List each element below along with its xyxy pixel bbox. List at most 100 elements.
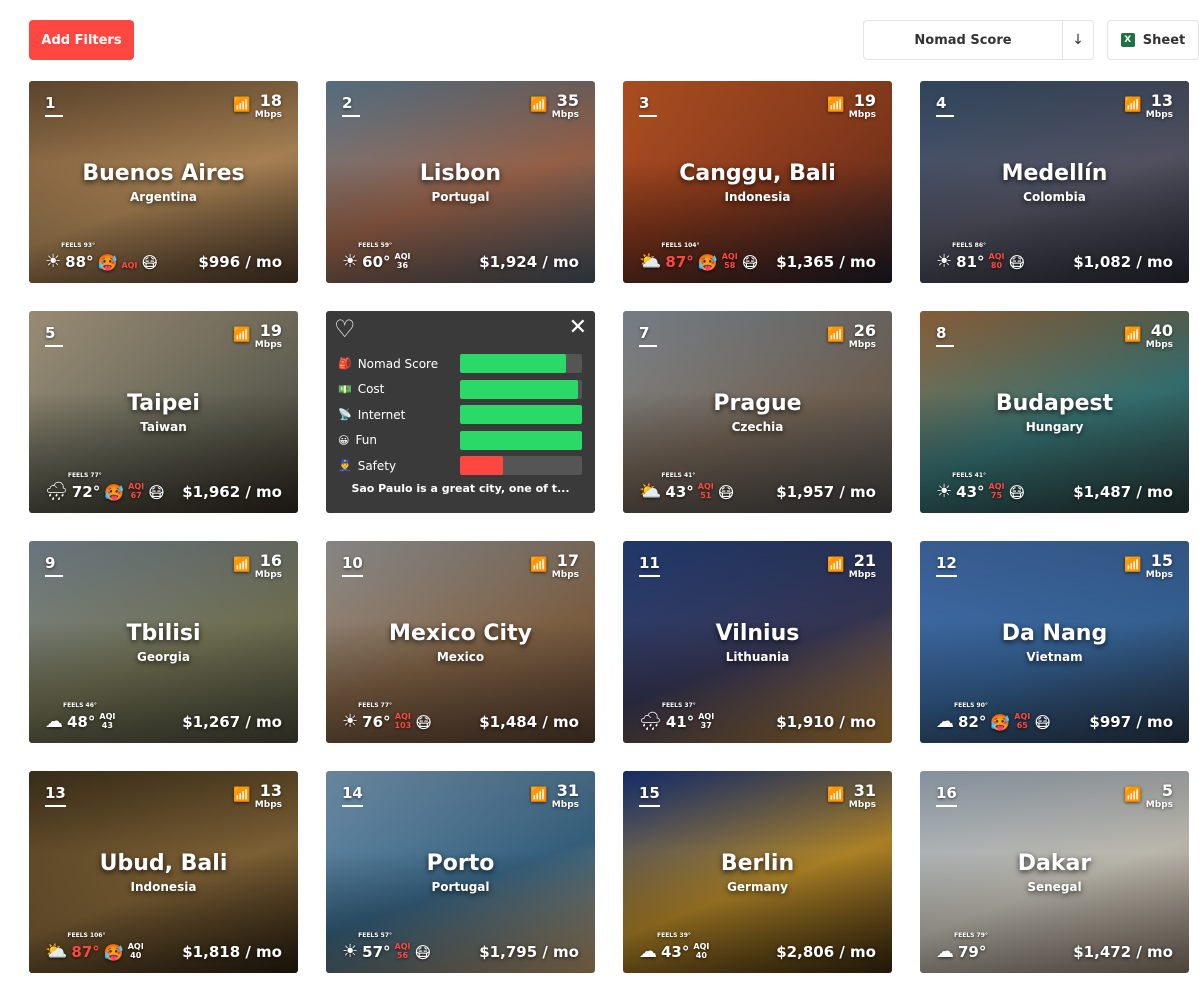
- card-footer: ☀ FEELS 41° 43° AQI 75 😷 $1,487 / mo: [936, 472, 1173, 501]
- score-row: 👮 Safety: [338, 453, 582, 479]
- temperature-group: FEELS 77° 72°: [68, 472, 102, 501]
- city-card[interactable]: 16 📶 5 Mbps Dakar Senegal ☁ FEELS 79° 79° $1,472 …: [920, 771, 1189, 973]
- speed-unit: Mbps: [848, 800, 876, 810]
- city-card[interactable]: 4 📶 13 Mbps Medellín Colombia ☀ FEELS 86° 81° AQI…: [920, 81, 1189, 283]
- weather-icon: ☁: [639, 941, 657, 962]
- wifi-icon: 📶: [827, 97, 845, 113]
- mask-face-icon: 😷: [148, 483, 165, 502]
- air-quality: AQI 103: [395, 713, 412, 731]
- wifi-icon: 📶: [530, 557, 548, 573]
- monthly-cost: $1,818 / mo: [182, 943, 282, 961]
- hot-face-icon: 🥵: [103, 943, 124, 962]
- monthly-cost: $1,795 / mo: [479, 943, 579, 961]
- speed-unit: Mbps: [551, 110, 579, 120]
- city-card[interactable]: 2 📶 35 Mbps Lisbon Portugal ☀ FEELS 59° 60° AQI 36…: [326, 81, 595, 283]
- internet-speed: 📶 26 Mbps: [827, 323, 876, 350]
- place: Lisbon Portugal: [326, 163, 595, 205]
- speed-unit: Mbps: [551, 570, 579, 580]
- temperature-group: FEELS 90° 82°: [954, 702, 988, 731]
- aqi-value: 36: [396, 261, 409, 271]
- city-card[interactable]: 11 📶 21 Mbps Vilnius Lithuania 🌧 FEELS 37° 41° AQ…: [623, 541, 892, 743]
- internet-speed: 📶 19 Mbps: [233, 323, 282, 350]
- monthly-cost: $1,957 / mo: [776, 483, 876, 501]
- feels-like: FEELS 37°: [661, 702, 696, 709]
- score-fill: [460, 430, 582, 450]
- city-card[interactable]: 1 📶 18 Mbps Buenos Aires Argentina ☀ FEELS 93° 8…: [29, 81, 298, 283]
- internet-speed: 📶 19 Mbps: [827, 93, 876, 120]
- weather-icon: ☁: [936, 711, 954, 732]
- internet-speed: 📶 18 Mbps: [233, 93, 282, 120]
- aqi-value: 75: [990, 491, 1003, 501]
- speed-value: 31 Mbps: [552, 783, 579, 810]
- sort-select[interactable]: Nomad Score: [864, 21, 1063, 59]
- temperature-group: FEELS 41° 43°: [661, 472, 695, 501]
- weather-icon: ⛅: [45, 941, 68, 962]
- speed-number: 13: [259, 781, 282, 800]
- weather-info: ⛅ FEELS 41° 43° AQI 51 😷: [639, 472, 734, 501]
- city-card[interactable]: 13 📶 13 Mbps Ubud, Bali Indonesia ⛅ FEELS 106° 8…: [29, 771, 298, 973]
- temperature-group: FEELS 106° 87°: [67, 932, 105, 961]
- rank-number: 1: [45, 94, 63, 117]
- temperature: 87°: [665, 253, 694, 271]
- city-card[interactable]: 12 📶 15 Mbps Da Nang Vietnam ☁ FEELS 90° 82° 🥵 AQI…: [920, 541, 1189, 743]
- city-card[interactable]: 10 📶 17 Mbps Mexico City Mexico ☀ FEELS 77° 76° A…: [326, 541, 595, 743]
- score-icon: 💵: [338, 382, 352, 396]
- score-icon: 👮: [338, 459, 352, 473]
- city-card[interactable]: 9 📶 16 Mbps Tbilisi Georgia ☁ FEELS 46° 48° AQI 43…: [29, 541, 298, 743]
- feels-like: FEELS 90°: [954, 702, 988, 709]
- score-name: Safety: [357, 458, 397, 473]
- city-card[interactable]: 3 📶 19 Mbps Canggu, Bali Indonesia ⛅ FEELS 104°…: [623, 81, 892, 283]
- card-footer: ☀ FEELS 57° 57° AQI 56 😷 $1,795 / mo: [342, 932, 579, 961]
- city-card[interactable]: 15 📶 31 Mbps Berlin Germany ☁ FEELS 39° 43° AQI 40…: [623, 771, 892, 973]
- feels-like: FEELS 79°: [954, 932, 988, 939]
- heart-icon[interactable]: ♡: [334, 317, 356, 341]
- close-icon[interactable]: ✕: [569, 317, 587, 339]
- sort-direction-button[interactable]: ↓: [1063, 21, 1093, 59]
- internet-speed: 📶 16 Mbps: [233, 553, 282, 580]
- weather-info: ☁ FEELS 90° 82° 🥵 AQI 65 😷: [936, 702, 1051, 732]
- speed-value: 19 Mbps: [255, 323, 282, 350]
- monthly-cost: $1,365 / mo: [776, 253, 876, 271]
- speed-unit: Mbps: [254, 800, 282, 810]
- internet-speed: 📶 5 Mbps: [1124, 783, 1173, 810]
- monthly-cost: $1,910 / mo: [776, 713, 876, 731]
- score-label: 🎒 Nomad Score: [338, 357, 460, 371]
- feels-like: FEELS 46°: [63, 702, 97, 709]
- hot-face-icon: 🥵: [990, 713, 1011, 732]
- feels-like: FEELS 41°: [661, 472, 696, 479]
- place: Taipei Taiwan: [29, 393, 298, 435]
- country-name: Vietnam: [1026, 650, 1083, 664]
- city-description: Sao Paulo is a great city, one of t...: [351, 482, 570, 495]
- wifi-icon: 📶: [530, 97, 548, 113]
- country-name: Mexico: [436, 650, 485, 664]
- feels-like: FEELS 59°: [358, 242, 393, 249]
- city-card[interactable]: 7 📶 26 Mbps Prague Czechia ⛅ FEELS 41° 43° AQI 51 😷…: [623, 311, 892, 513]
- city-card[interactable]: 8 📶 40 Mbps Budapest Hungary ☀ FEELS 41° 43° AQI 7…: [920, 311, 1189, 513]
- temperature: 41°: [665, 713, 695, 731]
- city-card[interactable]: 5 📶 19 Mbps Taipei Taiwan 🌧 FEELS 77° 72° 🥵 AQI 67 😷…: [29, 311, 298, 513]
- place: Dakar Senegal: [920, 853, 1189, 895]
- speed-number: 26: [853, 321, 876, 340]
- feels-like: FEELS 93°: [61, 242, 96, 249]
- sheet-button[interactable]: X Sheet: [1107, 20, 1199, 60]
- add-filters-button[interactable]: Add Filters: [29, 20, 134, 60]
- score-row: 📡 Internet: [338, 402, 582, 428]
- wifi-icon: 📶: [827, 557, 845, 573]
- weather-info: ☀ FEELS 93° 88° 🥵 AQI 😷: [45, 242, 158, 272]
- speed-value: 18 Mbps: [255, 93, 282, 120]
- rank-number: 13: [45, 784, 66, 807]
- city-detail-card[interactable]: ♡ ✕ 🎒 Nomad Score 💵 Cost 📡 Internet 😀 Fun 👮 Safety S…: [326, 311, 595, 513]
- toolbar: Add Filters Nomad Score ↓ X Sheet: [0, 0, 1199, 80]
- hot-face-icon: 🥵: [97, 253, 118, 272]
- speed-number: 13: [1150, 91, 1173, 110]
- rank-number: 12: [936, 554, 957, 577]
- card-footer: ☀ FEELS 86° 81° AQI 80 😷 $1,082 / mo: [936, 242, 1173, 271]
- score-fill: [460, 354, 567, 374]
- city-card[interactable]: 14 📶 31 Mbps Porto Portugal ☀ FEELS 57° 57° AQI 56…: [326, 771, 595, 973]
- hot-face-icon: 🥵: [104, 483, 125, 502]
- speed-value: 13 Mbps: [255, 783, 282, 810]
- temperature-group: FEELS 39° 43°: [657, 932, 691, 961]
- country-name: Indonesia: [130, 880, 197, 894]
- rank-number: 3: [639, 94, 657, 117]
- score-icon: 🎒: [338, 357, 352, 371]
